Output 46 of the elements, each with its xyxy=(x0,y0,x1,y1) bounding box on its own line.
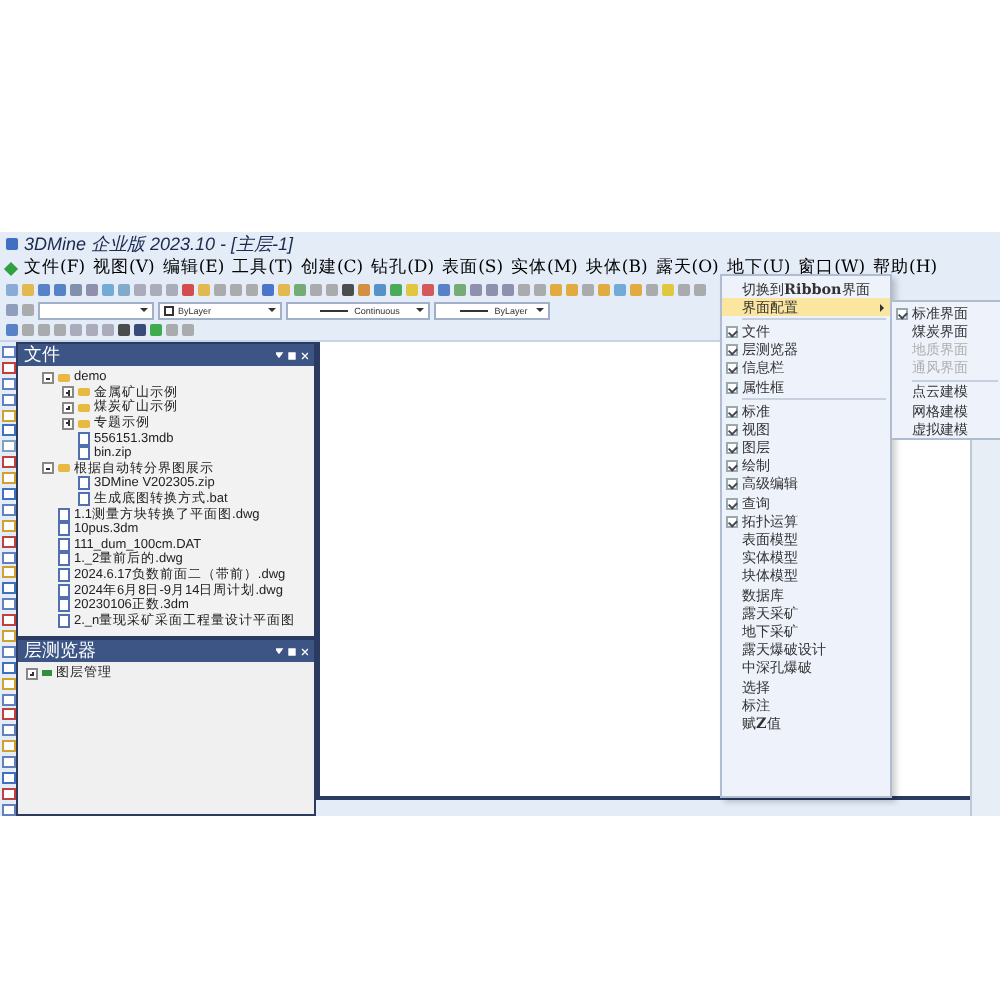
menu-item[interactable]: 窗口(W) xyxy=(798,256,866,280)
menu-item[interactable]: 露天(O) xyxy=(655,256,719,280)
panel-controls-icon[interactable] xyxy=(276,647,308,655)
menu-item[interactable]: 表面(S) xyxy=(442,256,504,280)
checkbox-icon xyxy=(726,515,738,528)
menu-item[interactable]: 实体(M) xyxy=(511,256,578,280)
menu-item[interactable]: 编辑(E) xyxy=(162,256,225,280)
checkbox-icon xyxy=(726,460,738,473)
checkbox-icon xyxy=(726,442,738,455)
caret-icon xyxy=(140,308,148,312)
checkbox-icon xyxy=(726,362,738,375)
menu-item[interactable]: 钻孔(D) xyxy=(371,256,435,280)
checkbox-icon xyxy=(726,478,738,491)
menu-item[interactable]: 块体(B) xyxy=(585,256,648,280)
expand-toggle-icon[interactable] xyxy=(26,667,38,680)
layer-icon xyxy=(42,670,52,677)
checkbox-icon xyxy=(726,344,738,357)
folder-icon xyxy=(58,464,70,473)
menu-item[interactable]: 地下(U) xyxy=(726,256,791,280)
menu-item[interactable]: 帮助(H) xyxy=(873,256,938,280)
window-title: 3DMine 企业版 2023.10 - [主层-1] xyxy=(24,231,294,257)
panel-title: 文件 xyxy=(24,344,60,368)
checkbox-icon xyxy=(726,325,738,338)
menu-item[interactable]: 工具(T) xyxy=(232,256,293,280)
expand-toggle-icon[interactable] xyxy=(42,371,54,384)
checkbox-icon xyxy=(726,423,738,436)
checkbox-icon xyxy=(726,381,738,394)
checkbox-icon xyxy=(726,405,738,418)
checkbox-icon xyxy=(896,307,908,320)
expand-toggle-icon[interactable] xyxy=(62,401,74,414)
expand-toggle-icon[interactable] xyxy=(62,386,74,399)
layer-dropdown[interactable] xyxy=(38,301,154,319)
app-menu-icon[interactable] xyxy=(3,260,19,276)
caret-icon xyxy=(268,308,276,312)
menu-item[interactable]: 创建(C) xyxy=(300,256,364,280)
menu-item[interactable]: 视图(V) xyxy=(93,256,155,280)
panel-controls-icon[interactable] xyxy=(276,351,308,359)
panel-title: 层测览器 xyxy=(24,640,96,664)
submenu-arrow-icon xyxy=(880,304,884,313)
checkbox-icon xyxy=(726,497,738,510)
menu-item[interactable]: 文件(F) xyxy=(24,256,86,280)
caret-icon xyxy=(536,308,544,312)
app-icon xyxy=(6,238,18,250)
caret-icon xyxy=(416,308,424,312)
expand-toggle-icon[interactable] xyxy=(42,462,54,475)
expand-toggle-icon[interactable] xyxy=(62,417,74,430)
